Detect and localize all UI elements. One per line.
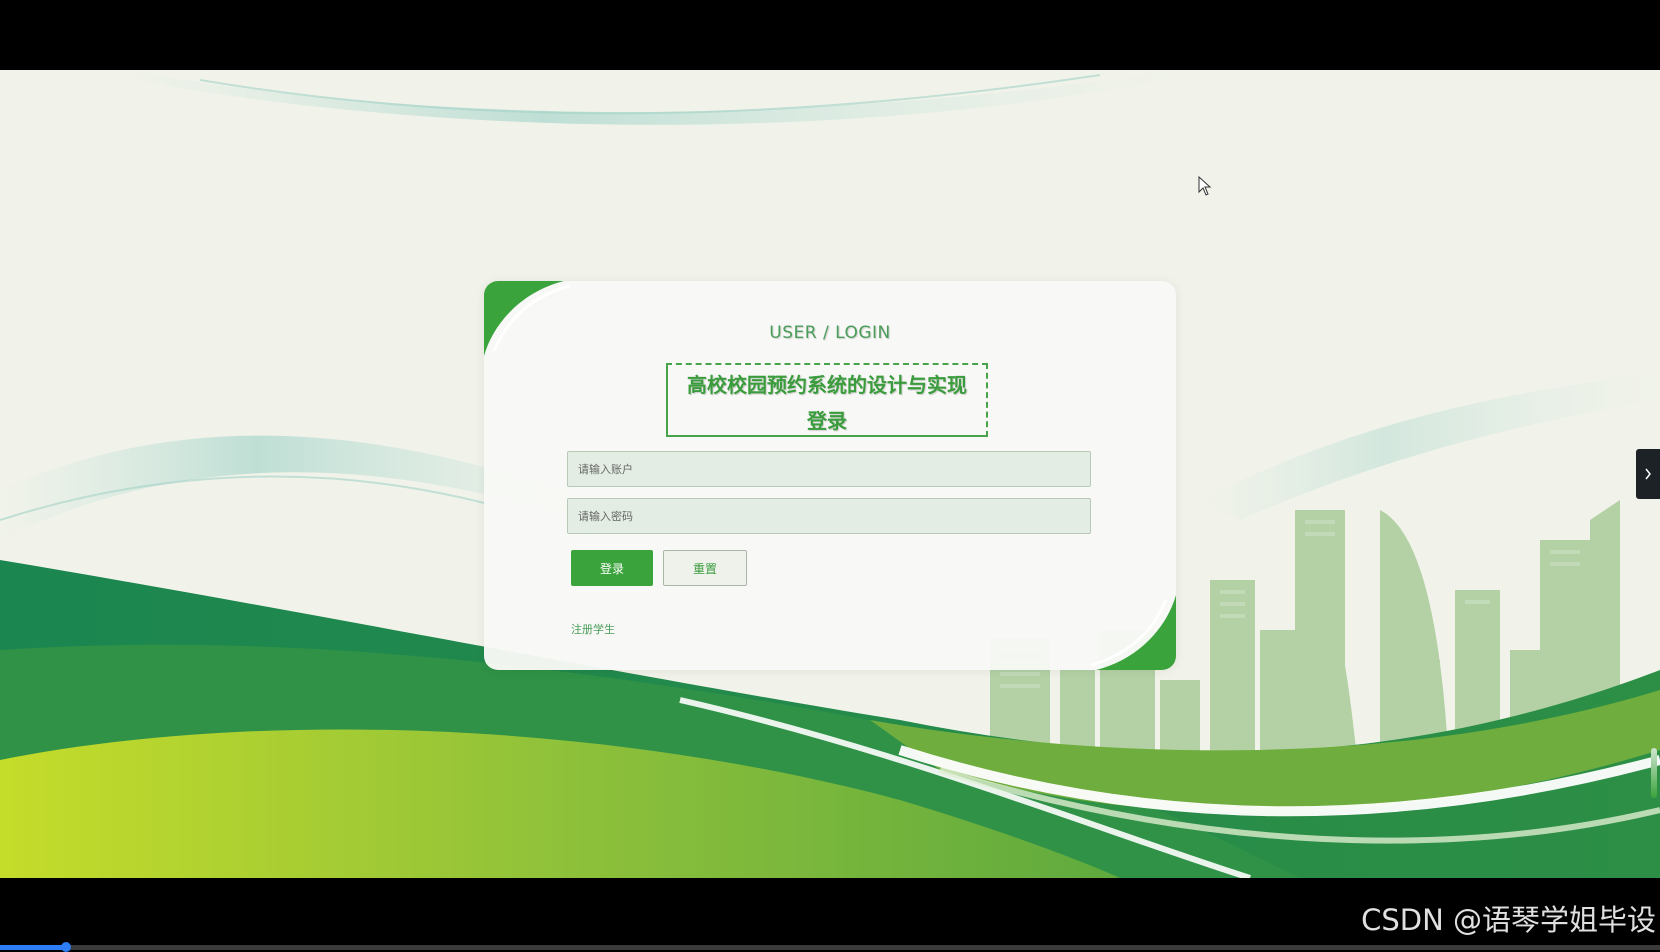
card-corner-decoration [1090,595,1176,670]
reset-button[interactable]: 重置 [663,550,747,586]
login-card: USER / LOGIN 高校校园预约系统的设计与实现 登录 登录 重置 注册学… [484,281,1176,670]
password-input[interactable] [567,498,1091,534]
register-student-link[interactable]: 注册学生 [571,621,615,637]
login-subtitle: USER / LOGIN [769,323,891,343]
mouse-pointer-icon [1198,176,1212,196]
csdn-watermark: CSDN @语琴学姐毕设 [1361,903,1656,937]
login-button[interactable]: 登录 [571,550,653,586]
video-progress-fill [0,945,67,950]
side-drawer-toggle[interactable] [1636,449,1660,499]
username-input[interactable] [567,451,1091,487]
scrollbar-thumb[interactable] [1651,748,1657,798]
page-title: 高校校园预约系统的设计与实现 登录 [666,363,988,437]
chevron-right-icon [1645,468,1651,480]
video-progress-bar[interactable] [0,942,1660,952]
system-name: 高校校园预约系统的设计与实现 [687,373,967,397]
login-heading: 登录 [807,409,847,433]
card-corner-decoration [484,281,570,356]
video-progress-handle[interactable] [61,942,72,952]
login-page: USER / LOGIN 高校校园预约系统的设计与实现 登录 登录 重置 注册学… [0,70,1660,878]
